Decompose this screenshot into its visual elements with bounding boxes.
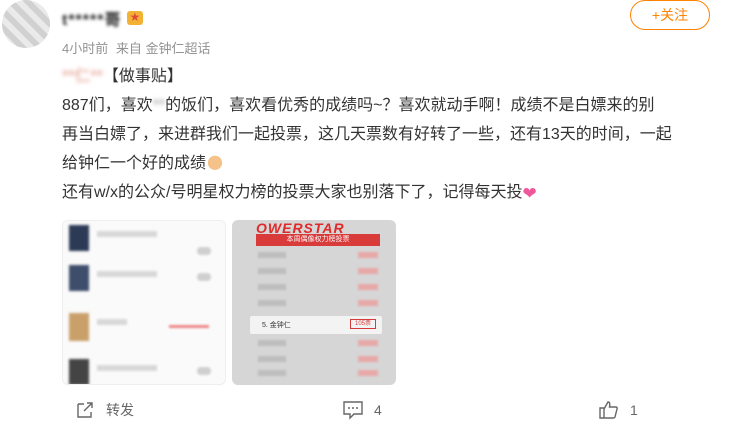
post-text: 887们，喜欢 [62, 97, 153, 114]
post-tag: 【做事贴】 [102, 68, 183, 85]
share-label: 转发 [106, 402, 134, 418]
name-blurred: ** [152, 97, 166, 114]
fan-badge-icon [127, 10, 144, 25]
post-source[interactable]: 来自 金钟仁超话 [116, 41, 211, 56]
comment-button[interactable]: 4 [342, 400, 382, 420]
bear-emoji-icon [206, 154, 225, 170]
image-ribbon: 本周偶像权力榜投票 [256, 234, 380, 246]
author-name[interactable]: t*****哥 [62, 6, 121, 30]
list-item [69, 225, 219, 255]
vote-value: 105票 [350, 319, 376, 329]
like-count: 1 [630, 402, 638, 418]
post-text: 还有w/x的公众/号明星权力榜的投票大家也别落下了，记得每天投 [62, 184, 523, 201]
post-line-3: 再当白嫖了，来进群我们一起投票，这几天票数有好转了一些，还有13天的时间，一起 [62, 126, 672, 143]
post-text: 的饭们，喜欢看优秀的成绩吗~？喜欢就动手啊！成绩不是白嫖来的别 [165, 97, 655, 114]
post-text: 给钟仁一个好的成绩 [62, 155, 207, 172]
list-item [69, 359, 219, 384]
action-bar: 转发 4 1 [0, 396, 742, 424]
post-line-2: 887们，喜欢**的饭们，喜欢看优秀的成绩吗~？喜欢就动手啊！成绩不是白嫖来的别 [62, 91, 734, 120]
post-image-2[interactable]: OWERSTAR 本周偶像权力榜投票 5. 金钟仁 105票 [232, 220, 396, 385]
post-meta: 4小时前 来自 金钟仁超话 [62, 38, 214, 57]
heart-emoji-icon: ❤ [522, 184, 537, 203]
follow-button[interactable]: +关注 [630, 0, 710, 30]
share-icon [77, 402, 93, 418]
share-button[interactable]: 转发 [74, 400, 134, 420]
comment-icon [343, 401, 363, 420]
post-time: 4小时前 [62, 41, 109, 56]
post-line-4: 给钟仁一个好的成绩 [62, 149, 734, 178]
post-body: **仁**【做事贴】 887们，喜欢**的饭们，喜欢看优秀的成绩吗~？喜欢就动手… [62, 62, 734, 207]
rank-label: 5. 金钟仁 [262, 322, 291, 329]
like-button[interactable]: 1 [598, 400, 638, 420]
thumbs-up-icon [599, 401, 618, 419]
list-item [69, 265, 219, 295]
avatar[interactable] [2, 0, 50, 48]
author-row: t*****哥 [62, 6, 144, 30]
comment-count: 4 [374, 402, 382, 418]
post-line-1: **仁**【做事贴】 [62, 62, 734, 91]
mention-blurred[interactable]: **仁** [62, 68, 103, 85]
post-line-5: 还有w/x的公众/号明星权力榜的投票大家也别落下了，记得每天投❤ [62, 178, 734, 207]
post-image-1[interactable] [62, 220, 226, 385]
list-item [69, 313, 219, 343]
